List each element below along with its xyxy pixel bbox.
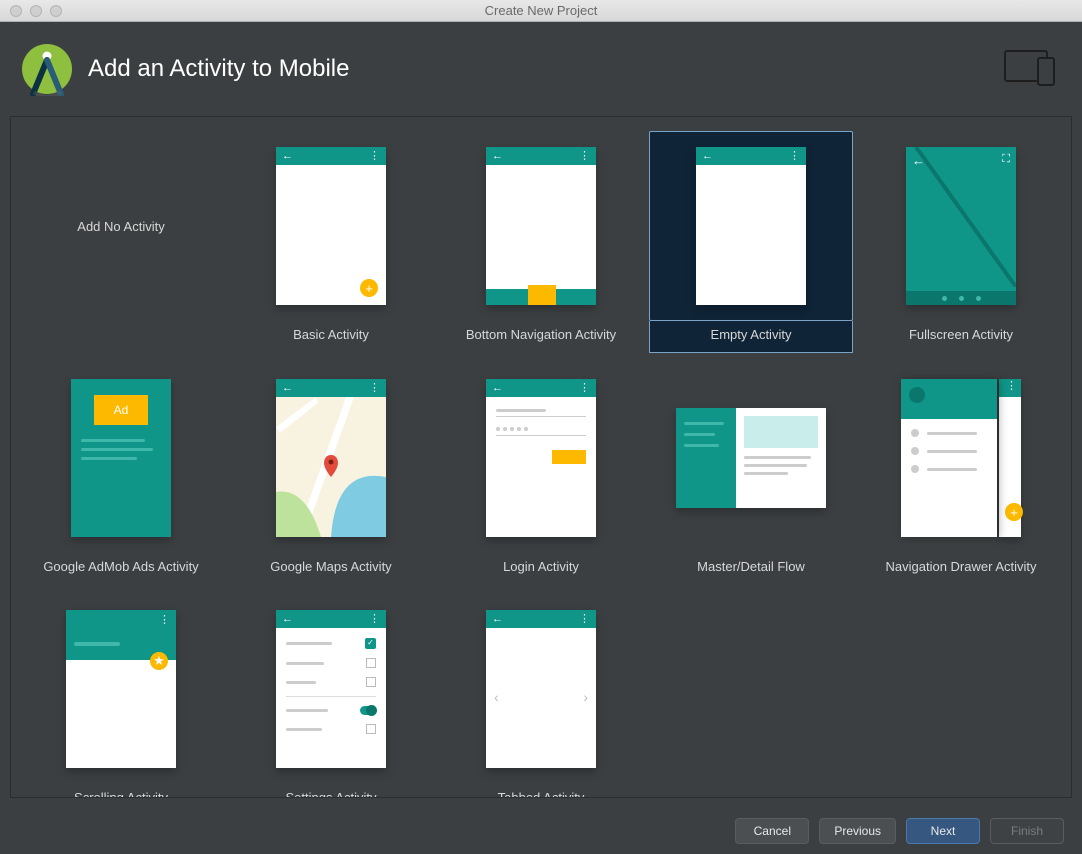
form-factor-icon (1004, 50, 1056, 89)
template-empty[interactable]: ← ⋮ Empty Activity (649, 131, 853, 353)
previous-button[interactable]: Previous (819, 818, 896, 844)
mock-bottom-nav (486, 289, 596, 305)
mock-appbar: ← ⋮ (276, 610, 386, 628)
back-arrow-icon: ← (282, 151, 293, 162)
titlebar: Create New Project (0, 0, 1082, 22)
template-caption: Scrolling Activity (19, 784, 223, 798)
template-caption: Settings Activity (229, 784, 433, 798)
template-master_detail[interactable]: Master/Detail Flow (649, 363, 853, 584)
template-tabbed[interactable]: ← ⋮ ‹ › Tabbed Activity (439, 594, 643, 798)
template-bottom_nav[interactable]: ← ⋮ Bottom Navigation Activity (439, 131, 643, 353)
template-none[interactable]: Add No Activity (19, 131, 223, 353)
template-caption: Tabbed Activity (439, 784, 643, 798)
template-caption: Navigation Drawer Activity (859, 553, 1063, 584)
android-studio-logo-icon (20, 42, 74, 96)
overflow-icon: ⋮ (369, 383, 380, 394)
template-caption: Login Activity (439, 553, 643, 584)
back-arrow-icon: ← (492, 614, 503, 625)
template-maps[interactable]: ← ⋮ Google Maps Activity (229, 363, 433, 584)
mock-appbar: ← ⋮ (486, 610, 596, 628)
mock-phone: ← ⋮ + (276, 147, 386, 305)
overflow-icon: ⋮ (369, 614, 380, 625)
mock-phone: ← ⋮ ✓ (276, 610, 386, 768)
page-title: Add an Activity to Mobile (88, 55, 349, 83)
mock-appbar: ← ⋮ (486, 379, 596, 397)
fab-icon: + (1005, 503, 1023, 521)
template-caption: Google AdMob Ads Activity (19, 553, 223, 584)
back-arrow-icon: ← (492, 151, 503, 162)
template-nav_drawer[interactable]: ⋮ + Navigation Drawer Activity (859, 363, 1063, 584)
back-arrow-icon: ← (282, 383, 293, 394)
mock-phone: ← ⋮ ‹ › (486, 610, 596, 768)
fab-star-icon: ★ (150, 652, 168, 670)
mock-appbar: ← ⋮ (486, 147, 596, 165)
mock-phone: ← ⋮ (486, 379, 596, 537)
mock-phone: ← ⋮ (486, 147, 596, 305)
back-arrow-icon: ← (282, 614, 293, 625)
wizard-header: Add an Activity to Mobile (0, 22, 1082, 116)
fab-icon: + (360, 279, 378, 297)
template-fullscreen[interactable]: ← ⛶ Fullscreen Activity (859, 131, 1063, 353)
template-basic[interactable]: ← ⋮ + Basic Activity (229, 131, 433, 353)
overflow-icon: ⋮ (579, 383, 590, 394)
ad-badge: Ad (94, 395, 148, 425)
mock-appbar: ← ⋮ (276, 147, 386, 165)
overflow-icon: ⋮ (159, 615, 170, 626)
template-admob[interactable]: Ad Google AdMob Ads Activity (19, 363, 223, 584)
template-scrolling[interactable]: ⋮ ★ Scrolling Activity (19, 594, 223, 798)
mock-phone: ⋮ ★ (66, 610, 176, 768)
mock-appbar: ← ⋮ (276, 379, 386, 397)
template-caption: Master/Detail Flow (649, 553, 853, 584)
add-no-activity-label: Add No Activity (77, 219, 164, 234)
mock-phone: ← ⋮ (276, 379, 386, 537)
mock-phone: ⋮ + (901, 379, 1021, 537)
mock-tablet (676, 408, 826, 508)
template-gallery: Add No Activity ← ⋮ + Basic Activity ← ⋮… (10, 116, 1072, 798)
template-caption: Fullscreen Activity (859, 321, 1063, 352)
finish-button[interactable]: Finish (990, 818, 1064, 844)
back-arrow-icon: ← (702, 151, 713, 162)
mock-phone: ← ⛶ (906, 147, 1016, 305)
template-settings[interactable]: ← ⋮ ✓ Settings Activity (229, 594, 433, 798)
overflow-icon: ⋮ (579, 614, 590, 625)
mock-signin-button (552, 450, 586, 464)
wizard-footer: Cancel Previous Next Finish (0, 808, 1082, 854)
mock-phone: Ad (71, 379, 171, 537)
overflow-icon: ⋮ (579, 151, 590, 162)
overflow-icon: ⋮ (369, 151, 380, 162)
template-login[interactable]: ← ⋮ Login Activity (439, 363, 643, 584)
chevron-left-icon: ‹ (494, 689, 499, 705)
wizard-body: Add an Activity to Mobile Add No Activit… (0, 22, 1082, 854)
chevron-right-icon: › (583, 689, 588, 705)
mock-appbar: ← ⋮ (696, 147, 806, 165)
window-title: Create New Project (0, 3, 1082, 18)
cancel-button[interactable]: Cancel (735, 818, 809, 844)
template-caption: Bottom Navigation Activity (439, 321, 643, 352)
template-caption: Google Maps Activity (229, 553, 433, 584)
overflow-icon: ⋮ (789, 151, 800, 162)
template-caption: Basic Activity (229, 321, 433, 352)
next-button[interactable]: Next (906, 818, 980, 844)
back-arrow-icon: ← (492, 383, 503, 394)
mock-phone: ← ⋮ (696, 147, 806, 305)
template-caption: Empty Activity (649, 321, 853, 353)
